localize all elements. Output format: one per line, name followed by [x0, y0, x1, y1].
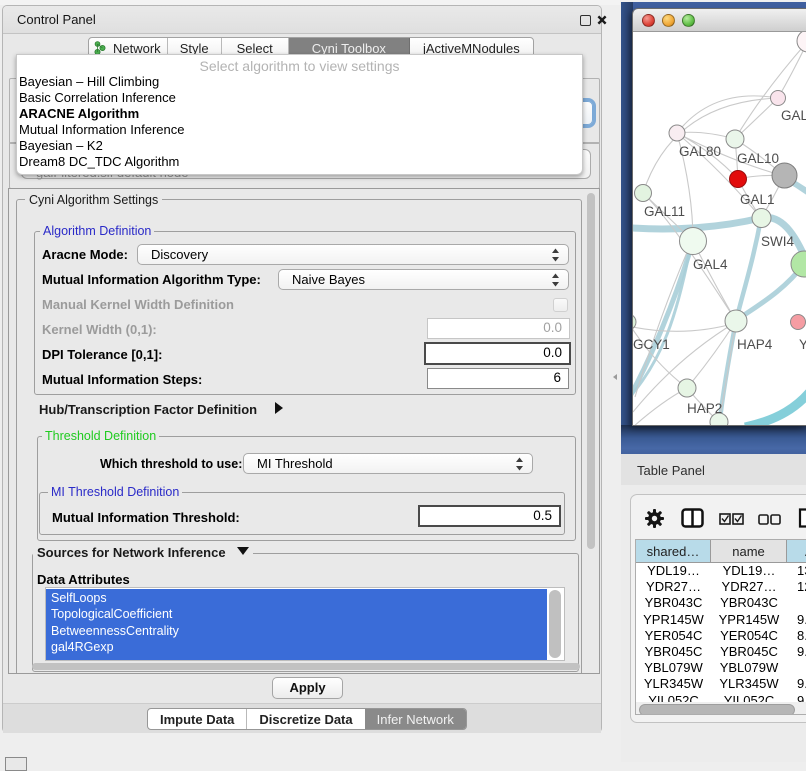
svg-text:GCY1: GCY1 — [633, 337, 670, 352]
svg-text:HAP4: HAP4 — [737, 337, 773, 352]
svg-text:GAL80: GAL80 — [679, 144, 721, 159]
svg-text:HAP2: HAP2 — [687, 401, 722, 416]
svg-text:GAL4: GAL4 — [693, 257, 728, 272]
svg-text:GAL11: GAL11 — [644, 204, 685, 219]
svg-text:GAL1: GAL1 — [740, 192, 775, 207]
svg-text:SWI4: SWI4 — [761, 234, 794, 249]
svg-text:YJL..: YJL.. — [799, 337, 806, 352]
svg-text:GAL7: GAL7 — [781, 108, 806, 123]
svg-text:GAL10: GAL10 — [737, 151, 779, 166]
